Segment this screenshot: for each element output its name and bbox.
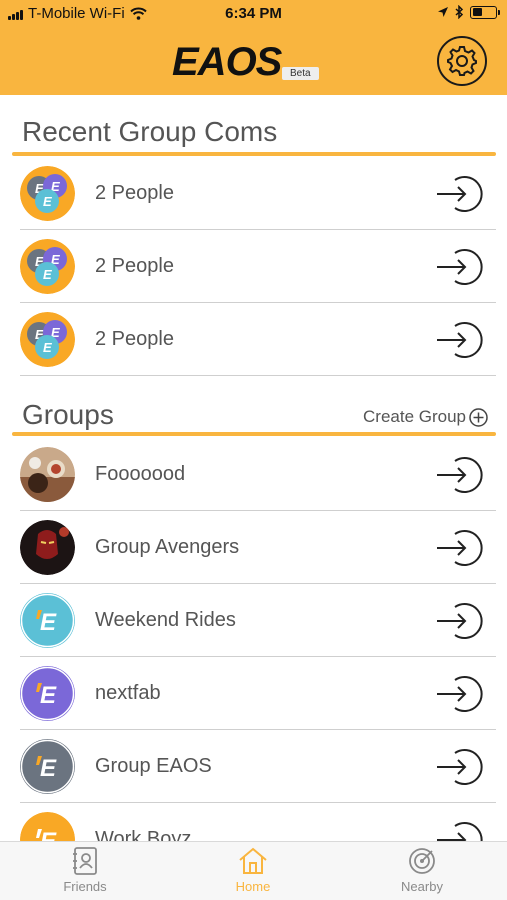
tab-home-label: Home — [235, 879, 271, 894]
section-divider — [12, 432, 496, 436]
group-photo-avatar — [20, 447, 75, 502]
group-item[interactable]: E Group EAOS — [20, 730, 496, 803]
create-group-label: Create Group — [363, 407, 466, 426]
enter-arrow-icon[interactable] — [435, 247, 485, 287]
tab-nearby[interactable]: Nearby — [362, 846, 482, 898]
eaos-logo-avatar: E — [20, 593, 75, 648]
recent-section-title: Recent Group Coms — [22, 116, 278, 147]
create-group-button[interactable]: Create Group — [363, 407, 488, 427]
group-item[interactable]: E Weekend Rides — [20, 584, 496, 657]
battery-icon — [470, 5, 500, 19]
recent-item[interactable]: E E E 2 People — [20, 303, 496, 376]
tab-home[interactable]: Home — [193, 846, 313, 898]
recent-item-label: 2 People — [95, 328, 174, 350]
svg-text:E: E — [43, 340, 52, 355]
status-bar: T-Mobile Wi-Fi 6:34 PM — [0, 0, 507, 28]
recent-item-label: 2 People — [95, 182, 174, 204]
enter-arrow-icon[interactable] — [435, 528, 485, 568]
group-item-label: Group Avengers — [95, 536, 240, 558]
home-icon — [239, 847, 267, 874]
location-arrow-icon — [438, 7, 448, 17]
bottom-tab-bar: Friends Home Nearby — [0, 841, 507, 900]
enter-arrow-icon[interactable] — [435, 601, 485, 641]
eaos-logo-avatar: E — [20, 739, 75, 794]
recent-item-label: 2 People — [95, 255, 174, 277]
group-avatar: E E E — [20, 312, 75, 367]
recent-item[interactable]: E E E 2 People — [20, 230, 496, 303]
groups-section-header: Groups Create Group — [12, 398, 496, 438]
group-item-label: nextfab — [95, 682, 161, 704]
svg-text:E: E — [40, 609, 57, 636]
app-header: T-Mobile Wi-Fi 6:34 PM EAOS Beta — [0, 0, 507, 95]
group-item-label: Group EAOS — [95, 755, 212, 777]
svg-text:E: E — [40, 682, 57, 709]
eaos-logo-avatar: E — [20, 666, 75, 721]
group-avatar: E E E — [20, 239, 75, 294]
clock: 6:34 PM — [225, 5, 282, 22]
gear-icon — [447, 46, 477, 76]
group-avatar: E E E — [20, 166, 75, 221]
settings-button[interactable] — [437, 36, 487, 86]
enter-arrow-icon[interactable] — [435, 320, 485, 360]
tab-nearby-label: Nearby — [401, 879, 443, 894]
group-item-label: Fooooood — [95, 463, 186, 485]
group-photo-avatar — [20, 520, 75, 575]
beta-badge: Beta — [282, 67, 319, 80]
svg-text:E: E — [43, 194, 52, 209]
group-item-label: Weekend Rides — [95, 609, 236, 631]
recent-item[interactable]: E E E 2 People — [20, 157, 496, 230]
plus-circle-icon — [469, 407, 488, 427]
group-item[interactable]: Fooooood — [20, 438, 496, 511]
group-item[interactable]: Group Avengers — [20, 511, 496, 584]
svg-text:E: E — [40, 755, 57, 782]
enter-arrow-icon[interactable] — [435, 674, 485, 714]
recent-section-header: Recent Group Coms — [12, 113, 496, 157]
enter-arrow-icon[interactable] — [435, 174, 485, 214]
bluetooth-icon — [455, 5, 464, 19]
group-item[interactable]: E nextfab — [20, 657, 496, 730]
tab-friends[interactable]: Friends — [25, 846, 145, 898]
section-divider — [12, 152, 496, 156]
contacts-icon — [73, 847, 97, 875]
svg-text:E: E — [43, 267, 52, 282]
eaos-logo: EAOS Beta — [172, 41, 322, 83]
enter-arrow-icon[interactable] — [435, 747, 485, 787]
enter-arrow-icon[interactable] — [435, 455, 485, 495]
tab-friends-label: Friends — [63, 879, 107, 894]
radar-icon — [409, 848, 435, 874]
groups-section-title: Groups — [22, 399, 114, 430]
